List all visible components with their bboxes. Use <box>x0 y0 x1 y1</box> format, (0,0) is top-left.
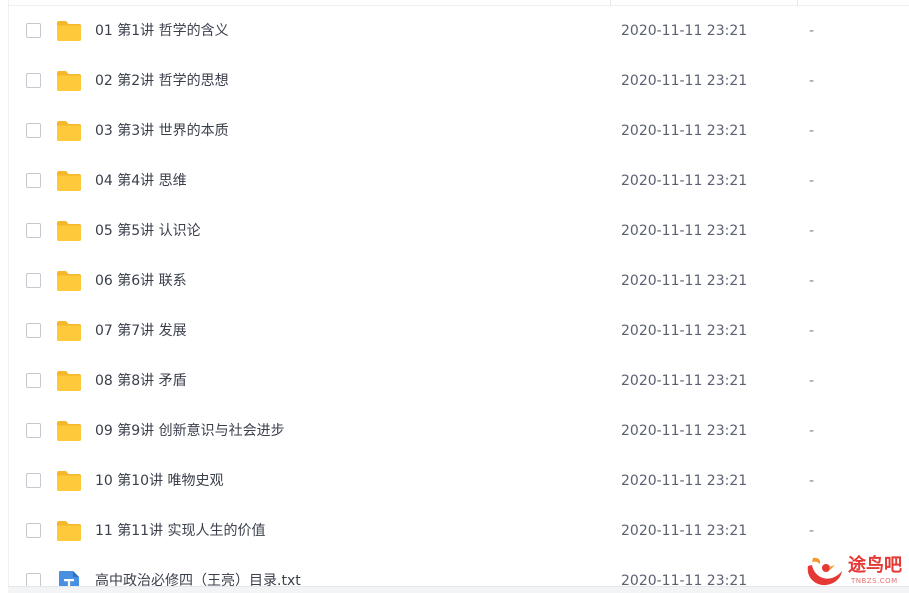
file-name-link[interactable]: 05 第5讲 认识论 <box>95 222 201 240</box>
horizontal-scrollbar[interactable] <box>8 586 909 593</box>
modified-date: 2020-11-11 23:21 <box>621 523 748 539</box>
bird-logo-icon <box>807 557 842 586</box>
file-name-link[interactable]: 10 第10讲 唯物史观 <box>95 472 224 490</box>
row-checkbox[interactable] <box>26 73 41 88</box>
file-size: - <box>809 473 815 489</box>
row-checkbox[interactable] <box>26 173 41 188</box>
folder-icon <box>56 520 82 542</box>
file-name-link[interactable]: 09 第9讲 创新意识与社会进步 <box>95 422 285 440</box>
modified-date: 2020-11-11 23:21 <box>621 73 748 89</box>
file-row[interactable]: 02 第2讲 哲学的思想 2020-11-11 23:21 - <box>0 57 909 107</box>
watermark-subtext: TNBZS.COM <box>851 577 898 585</box>
file-size: - <box>809 323 815 339</box>
modified-date: 2020-11-11 23:21 <box>621 423 748 439</box>
file-row[interactable]: 09 第9讲 创新意识与社会进步 2020-11-11 23:21 - <box>0 407 909 457</box>
file-size: - <box>809 23 815 39</box>
file-size: - <box>809 73 815 89</box>
file-row[interactable]: 07 第7讲 发展 2020-11-11 23:21 - <box>0 307 909 357</box>
file-name-link[interactable]: 08 第8讲 矛盾 <box>95 372 187 390</box>
file-size: - <box>809 173 815 189</box>
file-row[interactable]: 03 第3讲 世界的本质 2020-11-11 23:21 - <box>0 107 909 157</box>
modified-date: 2020-11-11 23:21 <box>621 473 748 489</box>
watermark-logo: 途鸟吧 TNBZS.COM <box>804 552 908 590</box>
modified-date: 2020-11-11 23:21 <box>621 273 748 289</box>
file-row[interactable]: 10 第10讲 唯物史观 2020-11-11 23:21 - <box>0 457 909 507</box>
folder-icon <box>56 320 82 342</box>
folder-icon <box>56 370 82 392</box>
file-name-link[interactable]: 02 第2讲 哲学的思想 <box>95 72 229 90</box>
file-size: - <box>809 123 815 139</box>
folder-icon <box>56 120 82 142</box>
modified-date: 2020-11-11 23:21 <box>621 323 748 339</box>
file-row[interactable]: 06 第6讲 联系 2020-11-11 23:21 - <box>0 257 909 307</box>
row-checkbox[interactable] <box>26 323 41 338</box>
modified-date: 2020-11-11 23:21 <box>621 373 748 389</box>
row-checkbox[interactable] <box>26 23 41 38</box>
file-size: - <box>809 423 815 439</box>
modified-date: 2020-11-11 23:21 <box>621 23 748 39</box>
file-browser: 01 第1讲 哲学的含义 2020-11-11 23:21-02 第2讲 哲学的思… <box>0 0 909 593</box>
file-size: - <box>809 273 815 289</box>
file-name-link[interactable]: 06 第6讲 联系 <box>95 272 187 290</box>
file-name-link[interactable]: 04 第4讲 思维 <box>95 172 187 190</box>
file-row[interactable]: 08 第8讲 矛盾 2020-11-11 23:21 - <box>0 357 909 407</box>
watermark-text: 途鸟吧 <box>848 555 902 576</box>
row-checkbox[interactable] <box>26 523 41 538</box>
row-checkbox[interactable] <box>26 273 41 288</box>
file-row[interactable]: 05 第5讲 认识论 2020-11-11 23:21 - <box>0 207 909 257</box>
row-checkbox[interactable] <box>26 123 41 138</box>
row-checkbox[interactable] <box>26 473 41 488</box>
date-column-separator[interactable] <box>610 0 611 6</box>
modified-date: 2020-11-11 23:21 <box>621 173 748 189</box>
folder-icon <box>56 420 82 442</box>
file-list: 01 第1讲 哲学的含义 2020-11-11 23:21-02 第2讲 哲学的思… <box>0 7 909 593</box>
file-size: - <box>809 373 815 389</box>
folder-icon <box>56 70 82 92</box>
folder-icon <box>56 220 82 242</box>
file-size: - <box>809 223 815 239</box>
file-name-link[interactable]: 11 第11讲 实现人生的价值 <box>95 522 266 540</box>
file-name-link[interactable]: 01 第1讲 哲学的含义 <box>95 22 229 40</box>
header-divider <box>8 5 909 6</box>
file-row[interactable]: 04 第4讲 思维 2020-11-11 23:21 - <box>0 157 909 207</box>
row-checkbox[interactable] <box>26 373 41 388</box>
size-column-separator[interactable] <box>797 0 798 6</box>
file-name-link[interactable]: 03 第3讲 世界的本质 <box>95 122 229 140</box>
folder-icon <box>56 170 82 192</box>
modified-date: 2020-11-11 23:21 <box>621 223 748 239</box>
file-name-link[interactable]: 07 第7讲 发展 <box>95 322 187 340</box>
file-row[interactable]: 01 第1讲 哲学的含义 2020-11-11 23:21 - <box>0 7 909 57</box>
folder-icon <box>56 270 82 292</box>
modified-date: 2020-11-11 23:21 <box>621 123 748 139</box>
row-checkbox[interactable] <box>26 423 41 438</box>
row-checkbox[interactable] <box>26 223 41 238</box>
file-row[interactable]: 11 第11讲 实现人生的价值 2020-11-11 23:21 - <box>0 507 909 557</box>
folder-icon <box>56 470 82 492</box>
folder-icon <box>56 20 82 42</box>
file-size: - <box>809 523 815 539</box>
